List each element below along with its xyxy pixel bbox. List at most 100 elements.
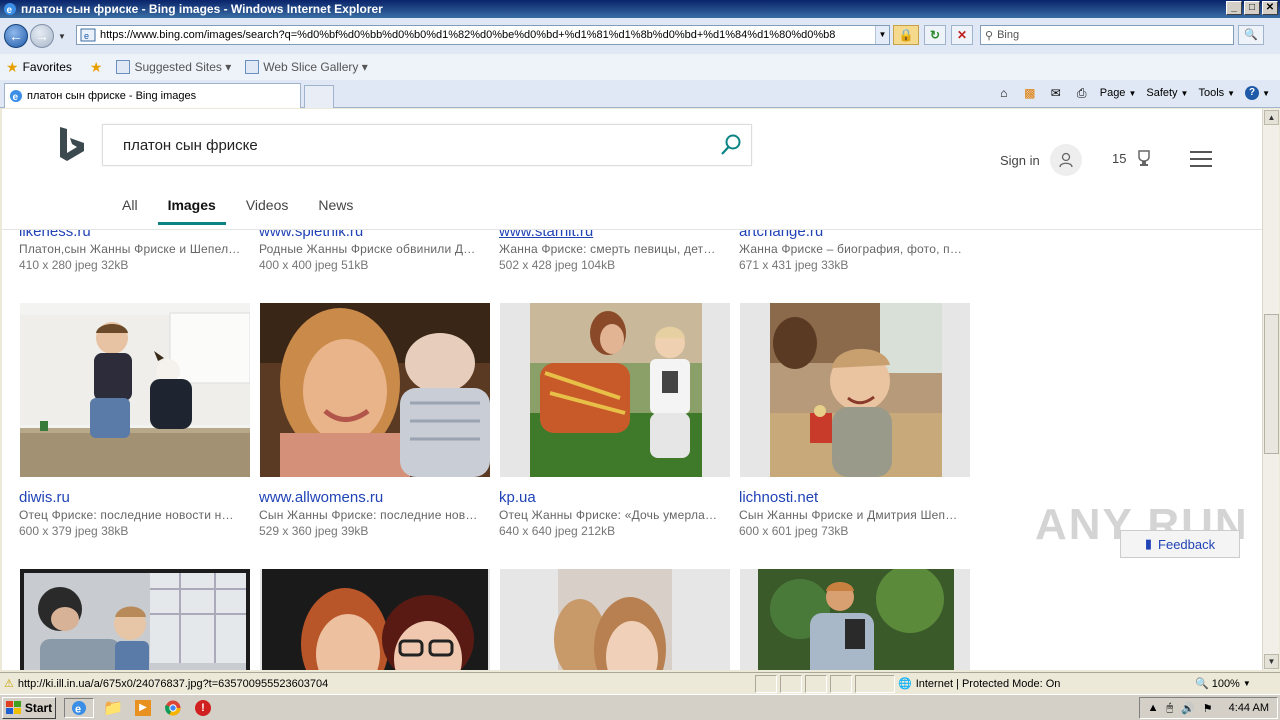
result-image[interactable] (260, 303, 490, 477)
refresh-button[interactable]: ↻ (924, 25, 946, 45)
result-image[interactable] (740, 569, 970, 670)
start-button[interactable]: Start (2, 696, 56, 719)
status-link-text: http://ki.ill.in.ua/a/675x0/24076837.jpg… (17, 677, 329, 690)
address-row: ← → ▼ e https://www.bing.com/images/sear… (0, 18, 1280, 54)
browser-search-input[interactable]: ⚲ Bing (980, 25, 1234, 45)
taskbar: Start e 📁 ▶ ! ▲ 🖱 🔊 ⚑ 4:44 AM (0, 694, 1280, 720)
result-tile[interactable]: www.allwomens.ru Сын Жанны Фриске: после… (259, 489, 491, 539)
menu-icon[interactable] (1190, 151, 1212, 167)
result-image[interactable] (500, 569, 730, 670)
bing-search-input[interactable] (103, 136, 693, 154)
result-tile[interactable]: likeness.ru Платон,сын Жанны Фриске и Ше… (19, 223, 251, 273)
trophy-icon (1138, 150, 1151, 166)
tray-arrow-icon[interactable]: ▲ (1148, 702, 1159, 714)
rewards-button[interactable]: 15 (1112, 149, 1152, 167)
result-image[interactable] (20, 303, 250, 477)
search-icon: ⚲ (985, 29, 994, 42)
result-tile[interactable]: artchange.ru Жанна Фриске – биография, ф… (739, 223, 971, 273)
history-dropdown-icon[interactable]: ▼ (58, 32, 66, 41)
help-menu[interactable]: ? ▼ (1245, 86, 1270, 100)
page-menu[interactable]: Page ▼ (1100, 87, 1137, 99)
result-image[interactable] (20, 569, 250, 670)
result-source[interactable]: kp.ua (499, 489, 731, 507)
minimize-button[interactable]: _ (1226, 1, 1242, 15)
security-zone[interactable]: 🌐 Internet | Protected Mode: On (898, 677, 1060, 691)
suggested-sites-link[interactable]: Suggested Sites ▾ (116, 60, 231, 74)
result-image[interactable] (500, 303, 730, 477)
mail-icon[interactable]: ✉ (1048, 86, 1064, 100)
result-meta: 600 x 601 jpeg 73kB (739, 524, 849, 538)
tab-videos[interactable]: Videos (236, 197, 299, 219)
feeds-icon[interactable]: ▩ (1022, 86, 1038, 100)
lock-icon[interactable]: 🔒 (893, 25, 919, 45)
home-icon[interactable]: ⌂ (996, 86, 1012, 100)
scrollbar-thumb[interactable] (1264, 314, 1279, 454)
tools-menu[interactable]: Tools ▼ (1198, 87, 1235, 99)
vertical-scrollbar[interactable]: ▲ ▼ (1262, 109, 1279, 670)
result-tile[interactable]: kp.ua Отец Жанны Фриске: «Дочь умерла… 6… (499, 489, 731, 539)
warning-app-icon[interactable]: ! (192, 698, 214, 718)
sign-in-label: Sign in (1000, 152, 1040, 168)
scroll-down-icon[interactable]: ▼ (1264, 654, 1279, 669)
result-image[interactable] (740, 303, 970, 477)
tab-news[interactable]: News (308, 197, 363, 219)
folder-icon[interactable]: 📁 (102, 698, 124, 718)
safety-menu[interactable]: Safety ▼ (1146, 87, 1188, 99)
forward-button[interactable]: → (30, 24, 54, 48)
address-bar[interactable]: e https://www.bing.com/images/search?q=%… (76, 25, 890, 45)
tab-all[interactable]: All (112, 197, 148, 219)
result-tile[interactable]: lichnosti.net Сын Жанны Фриске и Дмитрия… (739, 489, 971, 539)
ie-taskbar-icon[interactable]: e (64, 697, 94, 718)
back-button[interactable]: ← (4, 24, 28, 48)
clock[interactable]: 4:44 AM (1229, 702, 1269, 714)
scroll-up-icon[interactable]: ▲ (1264, 110, 1279, 125)
print-icon[interactable]: ⎙ (1074, 86, 1090, 100)
result-source[interactable]: lichnosti.net (739, 489, 971, 507)
result-tile[interactable]: diwis.ru Отец Фриске: последние новости … (19, 489, 251, 539)
result-tile[interactable]: www.starhit.ru Жанна Фриске: смерть певи… (499, 223, 731, 273)
result-description: Платон,сын Жанны Фриске и Шепел… (19, 242, 241, 256)
result-description: Отец Жанны Фриске: «Дочь умерла… (499, 508, 718, 522)
result-source[interactable]: diwis.ru (19, 489, 251, 507)
tab-bing-images[interactable]: e платон сын фриске - Bing images (4, 83, 301, 108)
result-description: Сын Жанны Фриске: последние нов… (259, 508, 478, 522)
result-description: Отец Фриске: последние новости н… (19, 508, 234, 522)
zoom-label: 100% (1211, 677, 1240, 690)
search-icon[interactable] (719, 133, 743, 157)
result-meta: 671 x 431 jpeg 33kB (739, 258, 849, 272)
window-titlebar: e платон сын фриске - Bing images - Wind… (0, 0, 1280, 18)
start-label: Start (24, 700, 53, 715)
new-tab-button[interactable] (304, 85, 334, 108)
chevron-down-icon: ▼ (1227, 88, 1236, 98)
sign-in-button[interactable]: Sign in (1000, 144, 1082, 176)
system-tray: ▲ 🖱 🔊 ⚑ 4:44 AM (1138, 697, 1278, 719)
media-player-icon[interactable]: ▶ (132, 698, 154, 718)
address-dropdown-icon[interactable]: ▼ (875, 26, 889, 44)
stop-button[interactable]: ✕ (951, 25, 973, 45)
favorites-button[interactable]: ★ Favorites (6, 59, 72, 76)
maximize-button[interactable]: □ (1244, 1, 1260, 15)
bing-search-box[interactable] (102, 124, 752, 166)
result-meta: 502 x 428 jpeg 104kB (499, 258, 616, 272)
zoom-control[interactable]: 🔍 100% ▼ (1195, 677, 1251, 691)
feedback-button[interactable]: ▮ Feedback (1120, 530, 1240, 558)
add-favorite-icon[interactable]: ★ (90, 59, 103, 76)
result-tile[interactable]: www.spletnik.ru Родные Жанны Фриске обви… (259, 223, 491, 273)
flag-icon[interactable]: ⚑ (1203, 702, 1213, 715)
network-icon[interactable]: 🖱 (1166, 702, 1173, 715)
web-slice-gallery-link[interactable]: Web Slice Gallery ▾ (245, 60, 368, 74)
svg-text:e: e (75, 703, 81, 715)
search-go-button[interactable]: 🔍 (1238, 25, 1264, 45)
safety-menu-label: Safety (1146, 87, 1178, 99)
status-panel (855, 674, 895, 693)
result-image[interactable] (260, 569, 490, 670)
tab-images[interactable]: Images (157, 197, 227, 225)
close-button[interactable]: ✕ (1262, 1, 1278, 15)
result-meta: 600 x 379 jpeg 38kB (19, 524, 129, 538)
status-link: ⚠ http://ki.ill.in.ua/a/675x0/24076837.j… (4, 677, 754, 691)
chrome-icon[interactable] (162, 698, 184, 718)
volume-icon[interactable]: 🔊 (1181, 702, 1195, 715)
result-source[interactable]: www.allwomens.ru (259, 489, 491, 507)
web-slice-gallery-label: Web Slice Gallery ▾ (263, 60, 368, 74)
bing-logo-icon[interactable] (58, 125, 88, 163)
